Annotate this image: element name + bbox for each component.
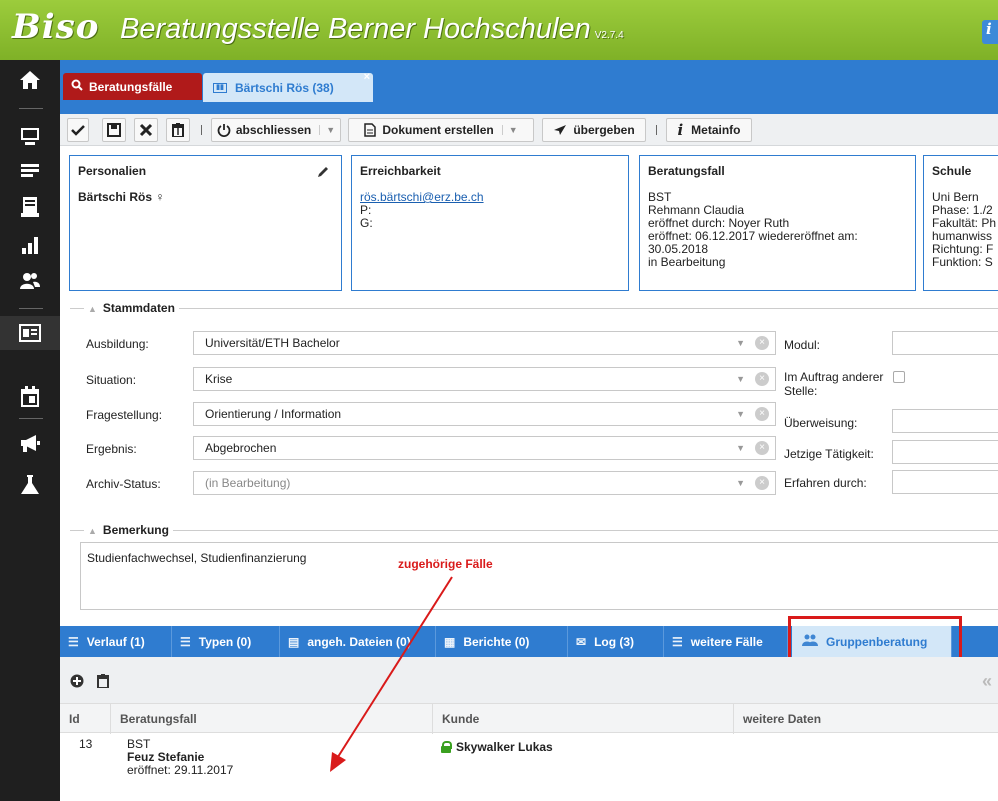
tab-weitere-faelle[interactable]: ☰ weitere Fälle — [664, 626, 788, 657]
biso-logo: Biso — [12, 7, 100, 47]
tab-berichte[interactable]: ▦ Berichte (0) — [436, 626, 568, 657]
card-beratungsfall: Beratungsfall BST Rehmann Claudia eröffn… — [639, 155, 916, 291]
tab-log[interactable]: ✉ Log (3) — [568, 626, 664, 657]
toolbar: abschliessen ▼ Dokument erstellen ▼ überge… — [60, 114, 998, 146]
list-icon: ☰ — [672, 634, 683, 649]
clear-icon: × — [755, 336, 769, 350]
info-icon[interactable]: i — [982, 20, 998, 44]
clear-icon: × — [755, 407, 769, 421]
check-button[interactable] — [67, 118, 89, 142]
save-button[interactable] — [102, 118, 126, 142]
add-button[interactable] — [70, 674, 84, 692]
tab-baertschi[interactable]: ▮▮ Bärtschi Rös (38) × — [203, 71, 373, 102]
annotation-label: zugehörige Fälle — [398, 557, 493, 571]
list-icon: ☰ — [180, 634, 191, 649]
archiv-status-select[interactable]: (in Bearbeitung) ▼ × — [193, 471, 776, 495]
clear-icon: × — [755, 372, 769, 386]
file-icon: ▤ — [288, 634, 300, 649]
tab-beratungsfaelle[interactable]: Beratungsfälle — [63, 73, 202, 100]
metainfo-button[interactable]: i Metainfo — [666, 118, 752, 142]
fragestellung-select[interactable]: Orientierung / Information ▼ × — [193, 402, 776, 426]
tab-verlauf[interactable]: ☰ Verlauf (1) — [60, 626, 172, 657]
version-label: V2.7.4 — [594, 30, 624, 41]
card-personalien: Personalien Bärtschi Rös ♀ — [69, 155, 342, 291]
situation-select[interactable]: Krise ▼ × — [193, 367, 776, 391]
chevron-down-icon: ▼ — [501, 125, 518, 135]
search-icon — [71, 79, 83, 94]
taetigkeit-input[interactable] — [892, 440, 998, 464]
email-link[interactable]: rös.bärtschi@erz.be.ch — [360, 190, 484, 204]
dokument-erstellen-button[interactable]: Dokument erstellen ▼ — [348, 118, 534, 142]
kunde-link[interactable]: Skywalker Lukas — [441, 741, 553, 754]
envelope-icon: ✉ — [576, 634, 587, 649]
erfahren-input[interactable] — [892, 470, 998, 494]
users-icon[interactable] — [0, 264, 60, 298]
abschliessen-button[interactable]: abschliessen ▼ — [211, 118, 341, 142]
app-window: Biso Beratungsstelle Berner Hochschulen V… — [0, 0, 998, 801]
table-header: Id Beratungsfall Kunde weitere Daten — [60, 703, 998, 734]
sub-toolbar: « — [60, 657, 998, 703]
card-erreichbarkeit: Erreichbarkeit rös.bärtschi@erz.be.ch P:… — [351, 155, 629, 291]
ausbildung-select[interactable]: Universität/ETH Bachelor ▼ × — [193, 331, 776, 355]
close-icon[interactable]: × — [364, 71, 370, 83]
tab-dateien[interactable]: ▤ angeh. Dateien (0) — [280, 626, 436, 657]
ergebnis-select[interactable]: Abgebrochen ▼ × — [193, 436, 776, 460]
sidebar — [0, 60, 60, 801]
id-card-icon: ▮▮ — [213, 82, 227, 93]
list-icon[interactable] — [0, 154, 60, 188]
chevron-down-icon: ▼ — [319, 125, 335, 135]
trash-button[interactable] — [97, 674, 109, 692]
delete-button[interactable] — [134, 118, 158, 142]
tab-label: Beratungsfälle — [89, 79, 173, 94]
modul-input[interactable] — [892, 331, 998, 355]
app-header: Biso Beratungsstelle Berner Hochschulen V… — [0, 0, 998, 60]
calendar-icon[interactable] — [0, 380, 60, 414]
auftrag-checkbox[interactable] — [893, 371, 905, 383]
report-icon: ▦ — [444, 634, 456, 649]
pencil-icon[interactable] — [317, 166, 329, 180]
tab-label: Bärtschi Rös (38) — [235, 80, 334, 95]
tab-typen[interactable]: ☰ Typen (0) — [172, 626, 280, 657]
bemerkung-legend[interactable]: ▲ Bemerkung — [84, 523, 173, 537]
lock-icon — [441, 741, 452, 753]
home-icon[interactable] — [0, 63, 60, 97]
uebergeben-button[interactable]: übergeben — [542, 118, 646, 142]
trash-button[interactable] — [166, 118, 190, 142]
megaphone-icon[interactable] — [0, 426, 60, 460]
bemerkung-textarea[interactable]: Studienfachwechsel, Studienfinanzierung — [80, 542, 998, 610]
info-icon: i — [677, 121, 684, 139]
clear-icon: × — [755, 441, 769, 455]
clear-icon: × — [755, 476, 769, 490]
app-title: Beratungsstelle Berner Hochschulen V2.7.4 — [120, 13, 624, 45]
flask-icon[interactable] — [0, 468, 60, 502]
card-schule: Schule Uni Bern Phase: 1./2 Fakultät: Ph… — [923, 155, 998, 291]
collapse-icon[interactable]: « — [982, 671, 992, 692]
monitor-icon[interactable] — [0, 119, 60, 153]
stammdaten-legend[interactable]: ▲ Stammdaten — [84, 301, 179, 315]
chart-icon[interactable] — [0, 228, 60, 262]
archive-icon[interactable] — [0, 190, 60, 224]
id-card-icon[interactable] — [0, 316, 60, 350]
table-row[interactable]: 13 BST Feuz Stefanie eröffnet: 29.11.201… — [60, 733, 998, 793]
ueberweisung-input[interactable] — [892, 409, 998, 433]
list-icon: ☰ — [68, 634, 79, 649]
